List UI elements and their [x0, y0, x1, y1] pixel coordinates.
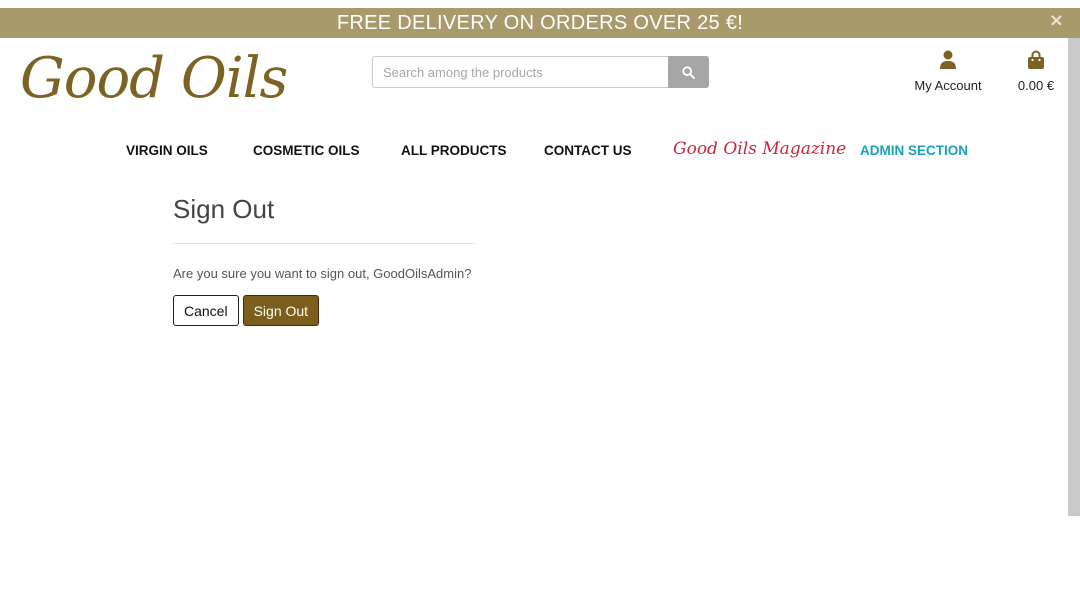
nav-virgin-oils[interactable]: VIRGIN OILS: [126, 143, 208, 158]
sign-out-button[interactable]: Sign Out: [242, 295, 320, 326]
cancel-button[interactable]: Cancel: [173, 295, 239, 326]
main-nav: VIRGIN OILS COSMETIC OILS ALL PRODUCTS C…: [0, 139, 1080, 163]
nav-cosmetic-oils[interactable]: COSMETIC OILS: [253, 143, 360, 158]
banner-text: FREE DELIVERY ON ORDERS OVER 25 €!: [336, 11, 744, 34]
my-account-label: My Account: [914, 78, 982, 93]
cart-total: 0.00 €: [1017, 78, 1055, 93]
search-button[interactable]: [668, 56, 709, 88]
close-icon[interactable]: ×: [1049, 10, 1064, 31]
logo[interactable]: Good Oils: [20, 46, 288, 111]
signout-confirmation-text: Are you sure you want to sign out, GoodO…: [173, 266, 472, 281]
nav-magazine[interactable]: Good Oils Magazine: [673, 139, 846, 159]
nav-contact-us[interactable]: CONTACT US: [544, 143, 632, 158]
signout-panel: Sign Out Are you sure you want to sign o…: [173, 194, 475, 326]
shopping-bag-icon: [1027, 50, 1045, 70]
divider: [173, 243, 475, 244]
free-delivery-banner: FREE DELIVERY ON ORDERS OVER 25 €! ×: [0, 8, 1080, 38]
nav-all-products[interactable]: ALL PRODUCTS: [401, 143, 507, 158]
search-form: [372, 56, 709, 88]
cart-link[interactable]: 0.00 €: [1010, 50, 1062, 93]
action-buttons: Cancel Sign Out: [173, 295, 475, 326]
page-title: Sign Out: [173, 194, 275, 224]
search-icon: [682, 65, 695, 79]
nav-admin-section[interactable]: ADMIN SECTION: [860, 143, 968, 158]
user-icon: [939, 50, 957, 70]
scrollbar[interactable]: [1068, 38, 1080, 516]
search-input[interactable]: [372, 56, 668, 88]
top-strip: [0, 0, 1080, 8]
my-account-link[interactable]: My Account: [910, 50, 986, 93]
